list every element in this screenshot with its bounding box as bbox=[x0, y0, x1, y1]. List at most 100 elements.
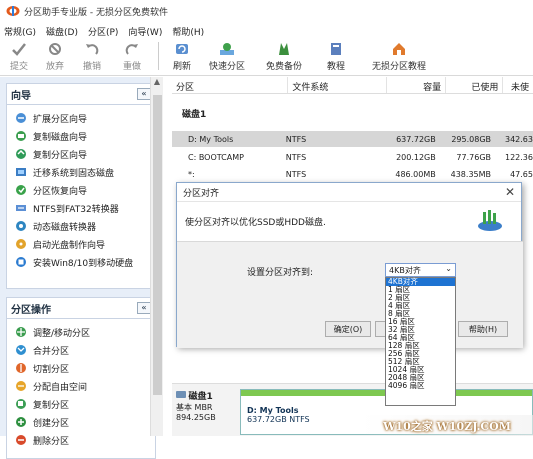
disk-label: 磁盘1 bbox=[182, 110, 207, 120]
lossless-tutorial-button[interactable]: 无损分区教程 bbox=[359, 38, 439, 72]
disk-icon bbox=[176, 391, 186, 398]
redo-button[interactable]: 重做 bbox=[112, 38, 152, 72]
wizard-item-migrate[interactable]: 迁移系统到固态磁盘 bbox=[7, 163, 155, 181]
menu-general[interactable]: 常规(G) bbox=[4, 25, 36, 38]
undo-button[interactable]: 撤销 bbox=[72, 38, 112, 72]
column-free[interactable]: 未使 bbox=[503, 77, 533, 93]
tutorial-house-icon bbox=[393, 43, 405, 55]
wizard-panel-header: 向导 « bbox=[6, 83, 156, 105]
cell-used: 77.76GB bbox=[456, 152, 492, 162]
wizard-item-dynamic[interactable]: 动态磁盘转换器 bbox=[7, 217, 155, 235]
ok-button[interactable]: 确定(O) bbox=[325, 321, 371, 337]
dialog-title: 分区对齐 bbox=[183, 188, 220, 199]
menu-help[interactable]: 帮助(H) bbox=[172, 25, 204, 38]
wizard-item-bootable[interactable]: 启动光盘制作向导 bbox=[7, 235, 155, 253]
wizard-item-label: 分区恢复向导 bbox=[33, 186, 88, 197]
submit-label: 提交 bbox=[9, 62, 28, 72]
split-icon bbox=[16, 363, 26, 373]
redo-icon bbox=[125, 44, 138, 55]
free-backup-button[interactable]: 免费备份 bbox=[255, 38, 313, 72]
wizard-item-ntfs-fat32[interactable]: NTFS到FAT32转换器 bbox=[7, 199, 155, 217]
cell-capacity: 486.00MB bbox=[395, 169, 436, 179]
cell-name: D: My Tools bbox=[188, 134, 234, 144]
dialog-body: 设置分区对齐到: 确定(O) 帮助(H) bbox=[177, 241, 523, 348]
cell-name: C: BOOTCAMP bbox=[188, 152, 244, 162]
watermark: W10之家 W10ZJ.COM bbox=[361, 415, 533, 436]
wizard-item-win-to-go[interactable]: 安装Win8/10到移动硬盘 bbox=[7, 253, 155, 271]
wizard-item-copy-partition[interactable]: 复制分区向导 bbox=[7, 145, 155, 163]
close-icon[interactable]: ✕ bbox=[505, 185, 515, 199]
free-backup-label: 免费备份 bbox=[265, 62, 302, 72]
backup-icon bbox=[279, 43, 289, 55]
wizard-item-copy-disk[interactable]: 复制磁盘向导 bbox=[7, 127, 155, 145]
partition-item-merge[interactable]: 合并分区 bbox=[7, 341, 155, 359]
partition-collapse-button[interactable]: « bbox=[137, 302, 151, 314]
dialog-title-bar: 分区对齐 ✕ bbox=[177, 183, 521, 202]
submit-button[interactable]: 提交 bbox=[0, 38, 38, 72]
dropdown-option[interactable]: 4096 扇区 bbox=[386, 382, 455, 390]
window-title: 分区助手专业版 - 无损分区免费软件 bbox=[24, 7, 168, 18]
menu-wizard[interactable]: 向导(W) bbox=[128, 25, 162, 38]
quick-partition-button[interactable]: 快速分区 bbox=[199, 38, 255, 72]
cell-free: 47.65 bbox=[510, 169, 533, 179]
discard-icon bbox=[49, 43, 61, 55]
book-icon bbox=[331, 43, 341, 55]
column-filesystem[interactable]: 文件系统 bbox=[288, 77, 387, 93]
tutorial-button[interactable]: 教程 bbox=[313, 38, 359, 72]
cell-free: 342.63 bbox=[504, 134, 533, 144]
help-button[interactable]: 帮助(H) bbox=[458, 321, 508, 337]
partition-panel-header: 分区操作 « bbox=[6, 297, 156, 319]
table-row[interactable]: C: BOOTCAMP NTFS 200.12GB 77.76GB 122.36 bbox=[172, 149, 533, 165]
checkmark-icon bbox=[12, 43, 26, 56]
quick-partition-icon bbox=[220, 43, 234, 55]
partition-item-allocate[interactable]: 分配自由空间 bbox=[7, 377, 155, 395]
refresh-label: 刷新 bbox=[172, 62, 191, 72]
table-header: 分区 文件系统 容量 已使用 未使 bbox=[172, 77, 533, 94]
cell-fs: NTFS bbox=[285, 169, 307, 179]
title-bar: 分区助手专业版 - 无损分区免费软件 bbox=[0, 0, 533, 22]
partition-item-resize[interactable]: 调整/移动分区 bbox=[7, 323, 155, 341]
table-row[interactable]: D: My Tools NTFS 637.72GB 295.08GB 342.6… bbox=[172, 131, 533, 147]
chevron-down-icon[interactable]: ⌄ bbox=[445, 264, 452, 273]
scroll-up-arrow-icon[interactable]: ▲ bbox=[151, 77, 163, 90]
wizard-item-recover[interactable]: 分区恢复向导 bbox=[7, 181, 155, 199]
column-partition[interactable]: 分区 bbox=[172, 77, 289, 93]
column-used[interactable]: 已使用 bbox=[446, 77, 504, 93]
partition-item-copy[interactable]: 复制分区 bbox=[7, 395, 155, 413]
refresh-icon bbox=[176, 44, 188, 54]
column-capacity[interactable]: 容量 bbox=[387, 77, 447, 93]
undo-icon bbox=[86, 44, 99, 55]
wizard-item-extend[interactable]: 扩展分区向导 bbox=[7, 109, 155, 127]
sidebar-scrollbar[interactable]: ▲ bbox=[150, 77, 163, 436]
menu-partition[interactable]: 分区(P) bbox=[88, 25, 118, 38]
cell-fs: NTFS bbox=[285, 134, 307, 144]
align-partition-dialog: 分区对齐 ✕ 使分区对齐以优化SSD或HDD磁盘. 设置分区对齐到: 确定(O)… bbox=[176, 182, 523, 348]
cell-name: *: bbox=[188, 169, 195, 179]
partition-item-create[interactable]: 创建分区 bbox=[7, 413, 155, 431]
refresh-button[interactable]: 刷新 bbox=[165, 38, 199, 72]
wizard-panel-title: 向导 bbox=[11, 90, 31, 102]
discard-button[interactable]: 放弃 bbox=[38, 38, 72, 72]
table-row[interactable]: *: NTFS 486.00MB 438.35MB 47.65 bbox=[172, 166, 533, 182]
menu-disk[interactable]: 磁盘(D) bbox=[46, 25, 78, 38]
lossless-tutorial-label: 无损分区教程 bbox=[371, 62, 426, 72]
disk-type: 基本 MBR bbox=[176, 403, 213, 412]
wizard-item-label: NTFS到FAT32转换器 bbox=[33, 204, 119, 215]
bootable-cd-icon bbox=[16, 239, 26, 249]
recover-partition-icon bbox=[16, 185, 26, 195]
sidebar: 向导 « 扩展分区向导 复制磁盘向导 复制分区向导 迁移系统到固态磁盘 分区恢复… bbox=[0, 77, 163, 459]
scrollbar-thumb[interactable] bbox=[153, 95, 162, 395]
partition-align-icon bbox=[478, 210, 502, 231]
partition-item-delete[interactable]: 删除分区 bbox=[7, 431, 155, 449]
partition-item-label: 调整/移动分区 bbox=[33, 328, 91, 339]
cell-capacity: 637.72GB bbox=[396, 134, 436, 144]
wizard-collapse-button[interactable]: « bbox=[137, 88, 151, 100]
wizard-item-label: 动态磁盘转换器 bbox=[33, 222, 97, 233]
align-select[interactable]: 4KB对齐 ⌄ bbox=[385, 263, 456, 277]
disk-card[interactable]: 磁盘1 基本 MBR 894.25GB bbox=[176, 389, 238, 435]
create-icon bbox=[16, 417, 26, 427]
cell-used: 438.35MB bbox=[450, 169, 492, 179]
partition-item-split[interactable]: 切割分区 bbox=[7, 359, 155, 377]
partition-item-label: 合并分区 bbox=[33, 346, 70, 357]
partition-item-label: 分配自由空间 bbox=[33, 382, 88, 393]
